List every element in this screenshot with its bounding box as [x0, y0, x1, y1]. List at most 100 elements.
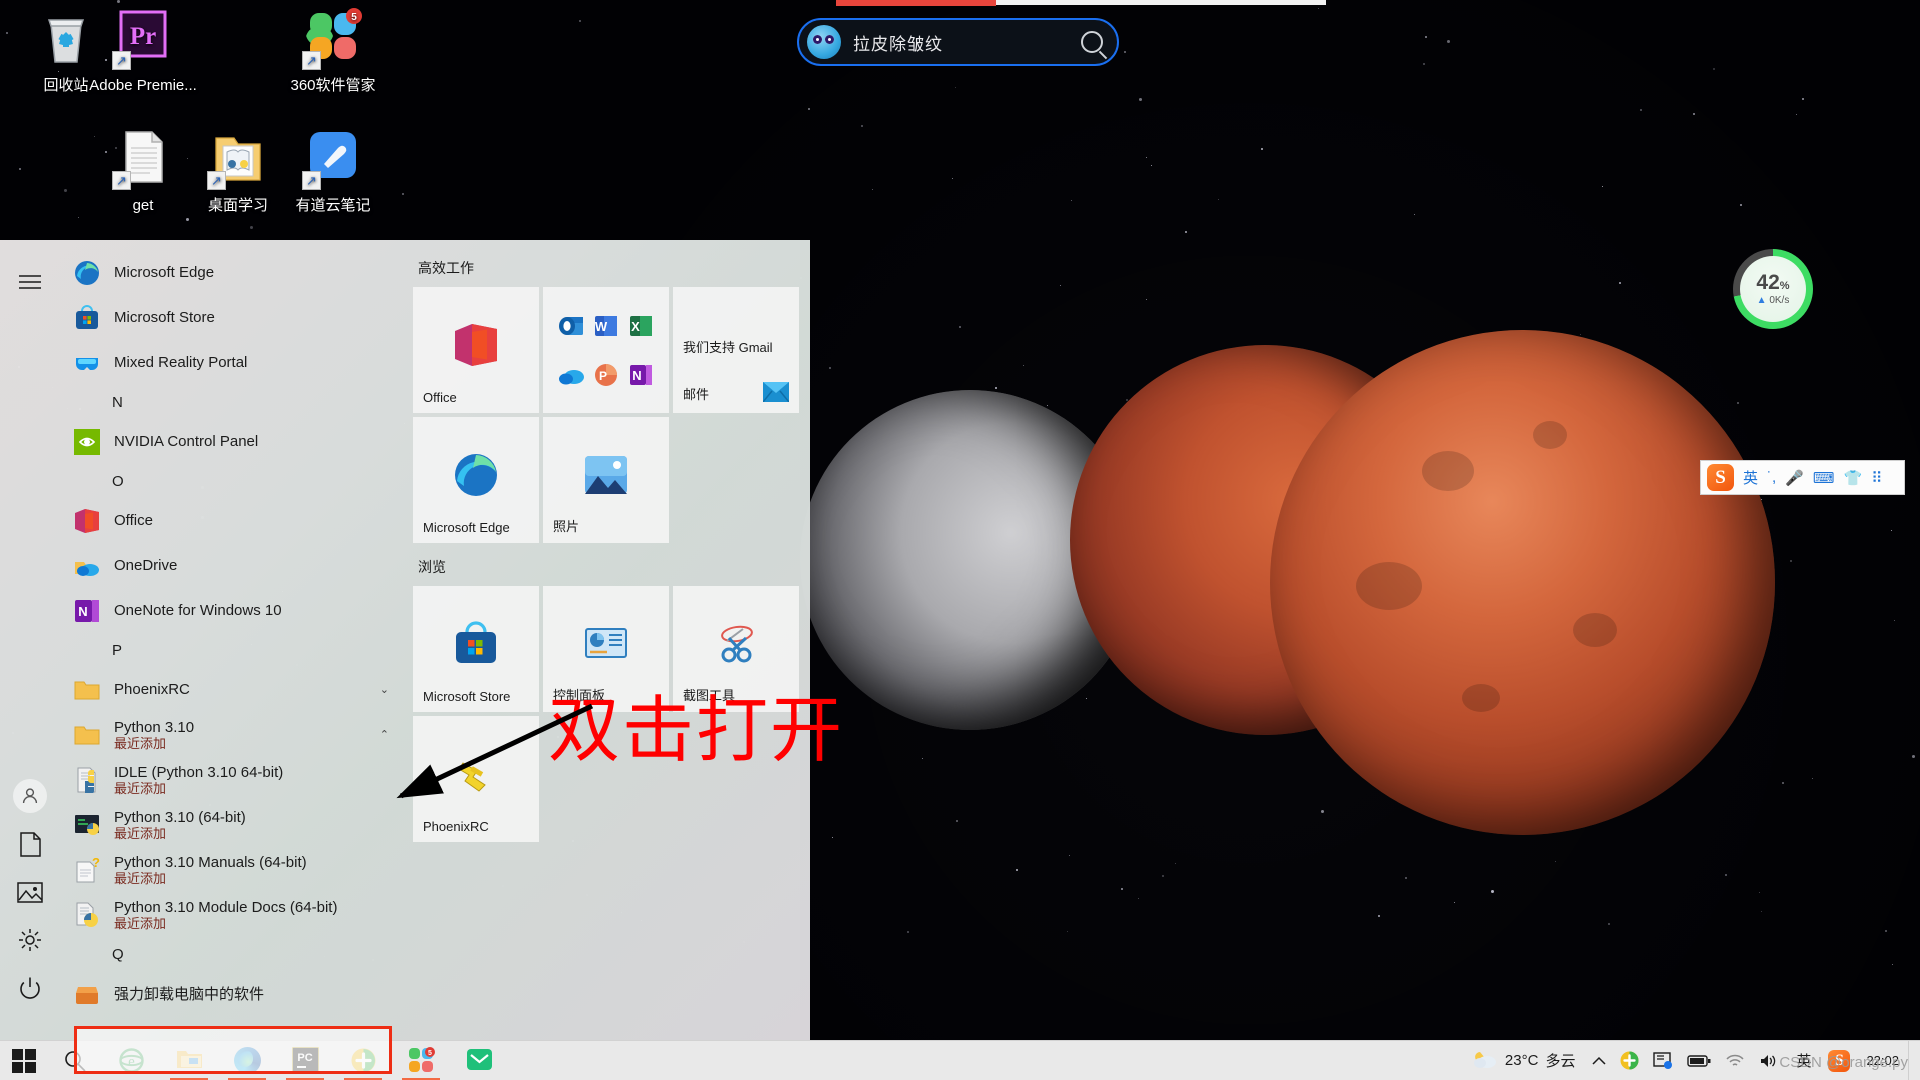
app-list-item-nvidia-control-panel[interactable]: NVIDIA Control Panel [60, 419, 405, 464]
onenote-icon: N [74, 598, 100, 624]
taskbar-360-security[interactable] [334, 1041, 392, 1080]
pycharm-icon: PC [290, 1046, 320, 1075]
app-list-item-mixed-reality-portal[interactable]: Mixed Reality Portal [60, 340, 405, 385]
battery-icon[interactable] [1680, 1041, 1718, 1080]
tile-office[interactable]: Office [413, 287, 539, 413]
start-menu[interactable]: Microsoft Edge Microsoft Store Mixed Reali… [0, 240, 810, 1074]
start-menu-app-list[interactable]: Microsoft Edge Microsoft Store Mixed Reali… [60, 240, 405, 1040]
taskbar-pycharm[interactable]: PC [276, 1041, 334, 1080]
mail-tile-headline: 我们支持 Gmail [683, 340, 773, 355]
taskbar-360-software-manager[interactable]: 5 [392, 1041, 450, 1080]
app-list-item-python-3-10-64-bit[interactable]: Python 3.10 (64-bit) 最近添加 [60, 802, 405, 847]
app-list-item-[interactable]: 强力卸载电脑中的软件 [60, 971, 405, 1016]
browser-strip-red [836, 0, 996, 6]
app-list-item-idle-python-3-10-64-bit[interactable]: IDLE (Python 3.10 64-bit) 最近添加 [60, 757, 405, 802]
start-button[interactable] [0, 1041, 48, 1080]
app-list-item-sublabel: 最近添加 [114, 870, 167, 886]
start-menu-tiles[interactable]: 高效工作 Office W X P N 我们支持 Gmail 邮件 Microsoft Edge… [405, 240, 810, 1040]
app-list-item-text: Microsoft Edge [114, 264, 214, 282]
keyboard-icon[interactable]: ⌨ [1813, 469, 1835, 487]
tile-label: Office [423, 390, 457, 405]
performance-gauge-widget[interactable]: 42% ▲ 0K/s [1733, 249, 1813, 329]
taskbar[interactable]: e PC 5 23°C 多云 英 S 22:02 CSDN @orange.py [0, 1040, 1920, 1080]
power-icon[interactable] [6, 964, 54, 1012]
app-list-item-sublabel: 最近添加 [114, 735, 167, 751]
app-list-item-python-3-10[interactable]: Python 3.10 最近添加 ⌃ [60, 712, 405, 757]
weather-temperature: 23°C [1504, 1052, 1539, 1069]
app-list-item-label: Microsoft Edge [114, 263, 215, 281]
app-list-item-python-3-10-manuals-64-bit[interactable]: ? Python 3.10 Manuals (64-bit) 最近添加 [60, 847, 405, 892]
search-icon[interactable] [1081, 31, 1103, 53]
app-list-item-onenote-for-windows-10[interactable]: N OneNote for Windows 10 [60, 588, 405, 633]
chevron-down-icon[interactable]: ⌄ [380, 683, 389, 696]
app-list-item-phoenixrc[interactable]: PhoenixRC ⌄ [60, 667, 405, 712]
settings-gear-icon[interactable] [6, 916, 54, 964]
desktop-icon-adobe-premiere[interactable]: Pr ↗ Adobe Premie... [84, 8, 202, 95]
app-list-item-microsoft-store[interactable]: Microsoft Store [60, 295, 405, 340]
python-idle-icon [74, 767, 100, 794]
powerpoint-icon: P [593, 362, 619, 388]
mixed-reality-icon [74, 350, 100, 376]
sogou-ime-toolbar[interactable]: S 英 ˙, 🎤 ⌨ 👕 ⠿ [1700, 460, 1905, 495]
annotation-arrow-icon [396, 703, 594, 799]
desktop-icon-label: Adobe Premie... [89, 77, 197, 94]
taskbar-internet-explorer[interactable]: e [102, 1041, 160, 1080]
taskbar-search-button[interactable] [48, 1041, 102, 1080]
tile-label: 邮件 [683, 387, 710, 402]
screenshot-tray-icon[interactable] [1646, 1041, 1680, 1080]
app-list-item-text: IDLE (Python 3.10 64-bit) 最近添加 [114, 764, 283, 796]
tile-照片[interactable]: 照片 [543, 417, 669, 543]
svg-text:?: ? [92, 857, 100, 870]
360-software-manager-icon: 5 ↗ [302, 8, 364, 70]
hamburger-icon[interactable] [6, 258, 54, 306]
user-account-icon[interactable] [6, 772, 54, 820]
floating-search-box[interactable]: 拉皮除皱纹 [797, 18, 1119, 66]
ime-punctuation-toggle[interactable]: ˙, [1767, 469, 1776, 486]
taskbar-mail-app[interactable] [450, 1041, 508, 1080]
app-list-item-label: Python 3.10 [114, 718, 195, 736]
moon-blood [1270, 330, 1775, 835]
sogou-logo-icon[interactable]: S [1707, 464, 1734, 491]
app-list-item-microsoft-edge[interactable]: Microsoft Edge [60, 250, 405, 295]
svg-text:X: X [631, 319, 640, 334]
python-console-icon [74, 812, 100, 838]
pictures-icon[interactable] [6, 868, 54, 916]
uninstall-tool-icon [74, 981, 100, 1007]
tile-邮件[interactable]: 我们支持 Gmail 邮件 [673, 287, 799, 413]
browser-strip-white [996, 0, 1326, 5]
gauge-network-rate: ▲ 0K/s [1756, 295, 1790, 306]
app-list-item-label: Python 3.10 Module Docs (64-bit) [114, 898, 338, 916]
internet-explorer-icon: e [118, 1047, 145, 1074]
photos-icon [583, 452, 629, 498]
app-list-item-python-3-10-module-docs-64-bit[interactable]: Python 3.10 Module Docs (64-bit) 最近添加 [60, 892, 405, 937]
app-list-item-onedrive[interactable]: OneDrive [60, 543, 405, 588]
tile-microsoft-store[interactable]: Microsoft Store [413, 586, 539, 712]
text-document-icon: ↗ [112, 128, 174, 190]
mic-icon[interactable]: 🎤 [1785, 469, 1804, 487]
tile-microsoft-edge[interactable]: Microsoft Edge [413, 417, 539, 543]
app-list-item-text: Python 3.10 Manuals (64-bit) 最近添加 [114, 854, 307, 886]
desktop-icon-360-software-manager[interactable]: 5 ↗ 360软件管家 [274, 8, 392, 95]
shortcut-overlay-icon: ↗ [302, 171, 321, 190]
skin-icon[interactable]: 👕 [1844, 469, 1863, 487]
svg-text:5: 5 [351, 12, 357, 23]
app-list-item-office[interactable]: Office [60, 498, 405, 543]
tile-grid6[interactable]: W X P N [543, 287, 669, 413]
desktop-icon-label: 360软件管家 [290, 77, 376, 94]
taskbar-file-explorer[interactable] [160, 1041, 218, 1080]
search-input[interactable]: 拉皮除皱纹 [853, 30, 1081, 55]
show-desktop-button[interactable] [1908, 1040, 1916, 1080]
360-tray-icon[interactable] [1613, 1041, 1646, 1080]
app-list-letter-header: Q [112, 945, 124, 963]
tray-expand-chevron-icon[interactable] [1585, 1041, 1613, 1080]
apps-icon[interactable]: ⠿ [1871, 469, 1882, 487]
desktop-icon-youdao-note[interactable]: ↗ 有道云笔记 [274, 128, 392, 215]
app-list-item-label: Office [114, 511, 153, 529]
app-list-item-label: Mixed Reality Portal [114, 353, 248, 371]
ime-language-toggle[interactable]: 英 [1743, 467, 1758, 488]
documents-icon[interactable] [6, 820, 54, 868]
svg-text:PC: PC [297, 1052, 312, 1064]
wifi-icon[interactable] [1718, 1041, 1752, 1080]
weather-widget[interactable]: 23°C 多云 [1458, 1049, 1586, 1073]
taskbar-microsoft-edge[interactable] [218, 1041, 276, 1080]
